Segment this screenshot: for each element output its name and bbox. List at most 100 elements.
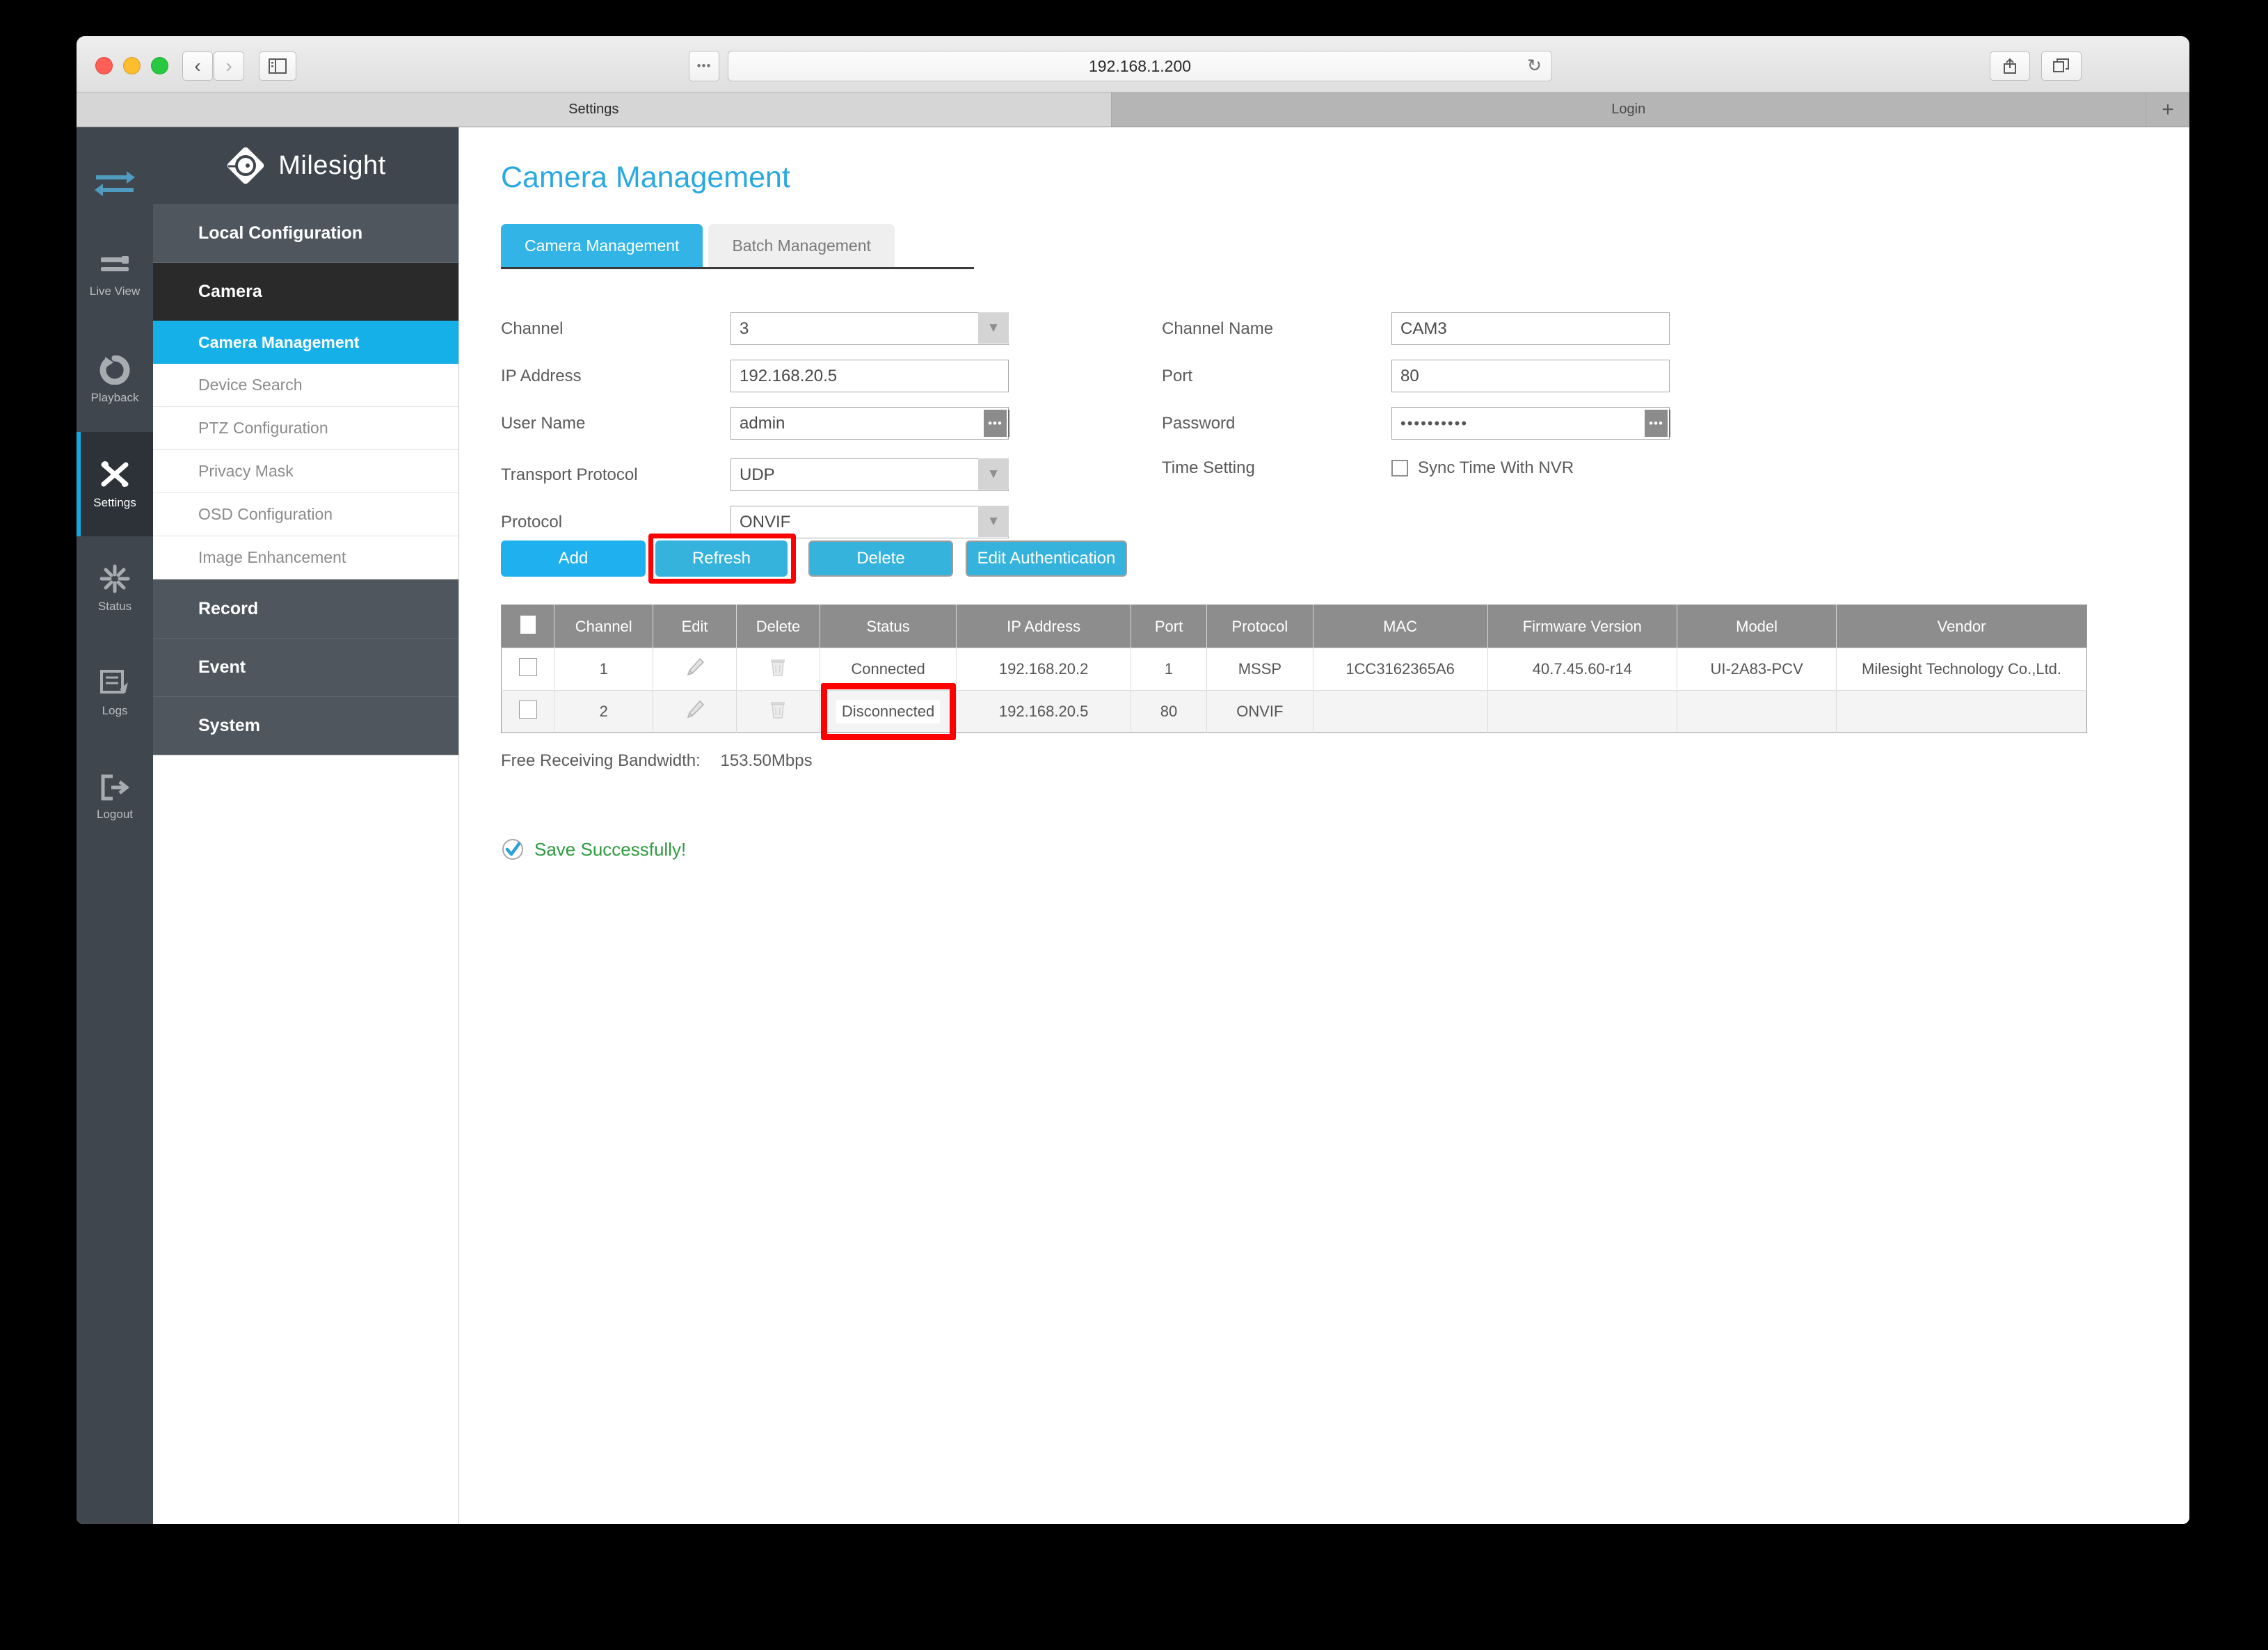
row-checkbox[interactable]: [518, 700, 537, 719]
address-area: ••• 192.168.1.200 ↻: [689, 50, 1552, 82]
row-edit-cell[interactable]: [653, 690, 737, 733]
rail-item-live-view[interactable]: Live View: [77, 223, 153, 328]
nav-group-camera[interactable]: Camera: [153, 262, 458, 321]
user-name-input[interactable]: admin •••: [730, 407, 1009, 440]
row-delete-cell[interactable]: [736, 690, 820, 733]
rail-item-label: Live View: [89, 284, 141, 298]
browser-tab-login[interactable]: Login: [1111, 93, 2146, 127]
sync-time-row[interactable]: Sync Time With NVR: [1391, 458, 1574, 478]
secondary-nav: Milesight Local Configuration Camera Cam…: [153, 127, 459, 1524]
nav-item-ptz-configuration[interactable]: PTZ Configuration: [153, 407, 458, 450]
chevron-down-icon: ▼: [978, 458, 1009, 490]
row-select-cell[interactable]: [501, 690, 555, 733]
browser-tab-label: Login: [1611, 102, 1646, 117]
nav-item-osd-configuration[interactable]: OSD Configuration: [153, 493, 458, 536]
chevron-right-icon: ›: [225, 55, 232, 77]
new-tab-button[interactable]: +: [2146, 93, 2189, 127]
field-port: Port 80: [1162, 360, 1670, 392]
rail-item-label: Logs: [102, 703, 128, 717]
col-select-all[interactable]: [501, 604, 555, 648]
address-bar[interactable]: 192.168.1.200 ↻: [728, 51, 1552, 81]
nav-item-image-enhancement[interactable]: Image Enhancement: [153, 536, 458, 579]
tab-label: Batch Management: [732, 236, 871, 255]
tab-camera-management[interactable]: Camera Management: [501, 224, 703, 267]
edit-authentication-button[interactable]: Edit Authentication: [966, 540, 1127, 577]
nav-group-label: Local Configuration: [198, 223, 363, 243]
password-input[interactable]: •••••••••• •••: [1391, 407, 1670, 440]
col-delete: Delete: [736, 604, 820, 648]
save-status-message: Save Successfully!: [501, 838, 2189, 861]
sync-time-checkbox[interactable]: [1391, 460, 1408, 476]
rail-item-logs[interactable]: Logs: [77, 641, 153, 745]
status-text: Disconnected: [836, 700, 941, 723]
field-user-name: User Name admin •••: [501, 407, 1009, 440]
minimize-window-button[interactable]: [123, 57, 141, 74]
nav-item-camera-management[interactable]: Camera Management: [153, 321, 458, 364]
field-ip-address: IP Address 192.168.20.5: [501, 360, 1009, 392]
nav-group-system[interactable]: System: [153, 696, 458, 755]
status-text: Connected: [851, 660, 925, 678]
refresh-highlight-box: [648, 534, 796, 584]
ip-address-input[interactable]: 192.168.20.5: [730, 360, 1009, 392]
user-name-input-wrap: admin •••: [730, 407, 1009, 440]
row-checkbox[interactable]: [518, 658, 537, 676]
maximize-window-button[interactable]: [151, 57, 168, 74]
browser-tab-settings[interactable]: Settings: [77, 93, 1112, 127]
channel-select-value: 3: [740, 319, 749, 338]
rail-item-playback[interactable]: Playback: [77, 328, 153, 432]
add-button[interactable]: Add: [501, 540, 646, 577]
more-button[interactable]: •••: [689, 51, 719, 81]
rail-item-logout[interactable]: Logout: [77, 745, 153, 849]
nav-item-device-search[interactable]: Device Search: [153, 364, 458, 407]
row-select-cell[interactable]: [501, 648, 555, 691]
channel-name-input[interactable]: CAM3: [1391, 312, 1670, 345]
show-tabs-button[interactable]: [2041, 51, 2082, 81]
nav-group-local-configuration[interactable]: Local Configuration: [153, 204, 458, 262]
nav-group-event[interactable]: Event: [153, 638, 458, 696]
nav-group-label: Camera: [198, 282, 262, 301]
nav-group-record[interactable]: Record: [153, 579, 458, 638]
rail-item-status[interactable]: Status: [77, 536, 153, 641]
port-input[interactable]: 80: [1391, 360, 1670, 392]
tab-batch-management[interactable]: Batch Management: [708, 224, 895, 267]
row-model: UI-2A83-PCV: [1677, 648, 1837, 691]
app-rail: Live View Playback Settings Status Logs …: [77, 127, 153, 1524]
logout-icon: [101, 774, 130, 800]
port-input-wrap: 80: [1391, 360, 1670, 392]
pencil-icon[interactable]: [685, 699, 705, 720]
channel-select-display[interactable]: 3 ▼: [730, 312, 1009, 345]
browser-tab-strip: Settings Login +: [77, 93, 2189, 127]
more-dots-icon[interactable]: •••: [1645, 410, 1670, 437]
address-url: 192.168.1.200: [1088, 56, 1192, 75]
sidebar-toggle-button[interactable]: [259, 51, 296, 81]
field-label: Port: [1162, 366, 1193, 385]
share-icon: [2004, 58, 2016, 74]
camera-table: Channel Edit Delete Status IP Address Po…: [501, 604, 2087, 733]
content-tabs: Camera Management Batch Management: [501, 224, 974, 269]
transport-protocol-display[interactable]: UDP ▼: [730, 458, 1009, 491]
select-all-checkbox[interactable]: [520, 615, 536, 634]
share-button[interactable]: [1990, 51, 2030, 81]
back-button[interactable]: ‹: [182, 51, 213, 81]
more-dots-icon[interactable]: •••: [984, 410, 1009, 437]
reload-icon[interactable]: ↻: [1527, 57, 1542, 75]
transport-protocol-select[interactable]: UDP ▼: [730, 458, 1009, 491]
app-body: Live View Playback Settings Status Logs …: [77, 127, 2189, 1524]
forward-button[interactable]: ›: [214, 51, 244, 81]
row-edit-cell[interactable]: [653, 648, 737, 691]
pencil-icon[interactable]: [685, 657, 705, 678]
row-delete-cell[interactable]: [736, 648, 820, 691]
close-window-button[interactable]: [95, 57, 113, 74]
delete-button[interactable]: Delete: [808, 540, 953, 577]
nav-item-privacy-mask[interactable]: Privacy Mask: [153, 450, 458, 493]
channel-select[interactable]: 3 ▼: [730, 312, 1009, 345]
field-transport-protocol: Transport Protocol UDP ▼: [501, 458, 1009, 491]
settings-tools-icon: [101, 460, 129, 487]
transport-protocol-value: UDP: [740, 465, 775, 484]
trash-icon[interactable]: [769, 657, 787, 678]
col-protocol: Protocol: [1206, 604, 1313, 648]
rail-logo: [77, 140, 153, 223]
trash-icon[interactable]: [769, 699, 787, 720]
row-firmware: [1487, 690, 1678, 733]
rail-item-settings[interactable]: Settings: [77, 432, 153, 536]
